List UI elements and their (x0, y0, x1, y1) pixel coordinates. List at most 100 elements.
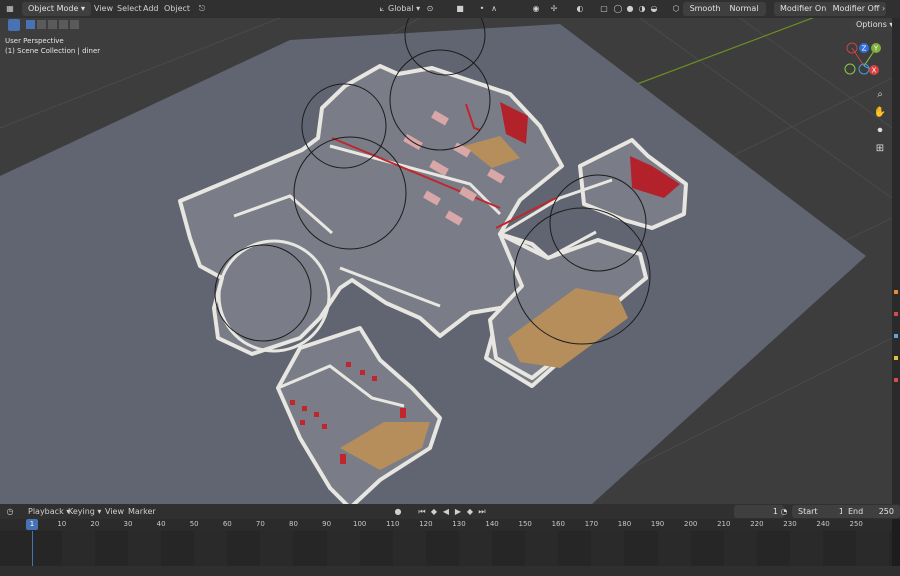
sidebar-tab-strip (892, 18, 900, 504)
timeline-editor-icon[interactable]: ◷ (4, 505, 16, 518)
camera-icon[interactable]: ⏺ (873, 122, 887, 140)
pan-hand-icon[interactable]: ✋ (873, 104, 887, 122)
timeline-tick-label: 230 (783, 520, 797, 528)
overlay-icon[interactable]: ◐ (574, 2, 586, 16)
timeline-column (127, 531, 162, 566)
timeline-column (326, 531, 360, 566)
shading-wire-icon[interactable]: ◯ (612, 2, 624, 16)
snap-target-icon[interactable]: • (476, 2, 488, 16)
timeline-tick-label: 30 (123, 520, 133, 528)
select-mode-subtract-icon[interactable] (48, 20, 57, 29)
shading-solid-icon[interactable]: ● (624, 2, 636, 16)
timeline-column (591, 531, 625, 566)
timeline-tick-label: 190 (650, 520, 665, 528)
modifier-on-button[interactable]: Modifier On (774, 2, 832, 16)
timeline-column (392, 531, 426, 566)
select-mode-invert-icon[interactable] (59, 20, 68, 29)
pivot-icon[interactable]: ⊙ (424, 2, 436, 16)
header-more-icon[interactable]: › (882, 2, 885, 16)
select-mode-new-icon[interactable] (26, 20, 35, 29)
tool-settings-bar: Options ▾ (0, 18, 900, 32)
timeline-column (856, 531, 890, 566)
timeline-column (789, 531, 824, 566)
gizmo-icon[interactable]: ⎋ (196, 2, 208, 16)
orientation-icon: ⟀ (379, 4, 385, 13)
next-keyframe-icon[interactable]: ◆ (464, 505, 476, 518)
visibility-icon[interactable]: ◉ (530, 2, 542, 16)
timeline-tick-label: 70 (255, 520, 265, 528)
shading-render-icon[interactable]: ◒ (648, 2, 660, 16)
current-frame-field[interactable]: 1 (734, 505, 784, 518)
jump-end-icon[interactable]: ⏭ (476, 505, 488, 518)
timeline-tick-label: 170 (584, 520, 599, 528)
grid-view-icon[interactable]: ⊞ (873, 140, 887, 158)
timeline-tick-label: 60 (222, 520, 232, 528)
viewport-header: ▦ Object Mode ▾ View Select Add Object ⎋… (0, 0, 900, 18)
timeline-column (458, 531, 493, 566)
timeline-tick-label: 110 (386, 520, 400, 528)
timeline-column (61, 531, 95, 566)
zoom-icon[interactable]: ⌕ (873, 86, 887, 104)
timeline-tick-label: 10 (57, 520, 67, 528)
timeline-tick-label: 150 (518, 520, 532, 528)
tab-icon-4[interactable] (894, 356, 898, 360)
proportional-edit-icon[interactable]: ∧ (488, 2, 500, 16)
prev-keyframe-icon[interactable]: ◆ (428, 505, 440, 518)
timeline-column (657, 531, 691, 566)
menu-playback[interactable]: Playback ▾ (28, 505, 70, 518)
menu-object[interactable]: Object (164, 2, 190, 16)
timeline-tick-label: 90 (322, 520, 332, 528)
3d-viewport[interactable]: User Perspective (1) Scene Collection | … (0, 18, 892, 504)
timeline-tick-label: 130 (452, 520, 466, 528)
timeline-column (525, 531, 559, 566)
timeline-body[interactable] (0, 531, 892, 566)
select-tool-icon[interactable] (8, 19, 20, 31)
timeline-tick-label: 40 (156, 520, 166, 528)
play-reverse-icon[interactable]: ◀ (440, 505, 452, 518)
menu-select[interactable]: Select (117, 2, 142, 16)
menu-marker[interactable]: Marker (128, 505, 156, 518)
timeline-header: ◷ Playback ▾ Keying ▾ View Marker ● ⏮ ◆ … (0, 504, 900, 519)
end-label: End (848, 507, 864, 516)
editor-type-icon[interactable]: ▦ (4, 2, 16, 16)
select-mode-intersect-icon[interactable] (70, 20, 79, 29)
play-icon[interactable]: ▶ (452, 505, 464, 518)
navigation-gizmo[interactable]: Z Y X (842, 40, 892, 86)
tab-icon-2[interactable] (894, 312, 898, 316)
record-icon[interactable]: ● (392, 505, 404, 518)
modifier-off-button[interactable]: Modifier Off (826, 2, 886, 16)
smooth-button[interactable]: Smooth (683, 2, 727, 16)
jump-start-icon[interactable]: ⏮ (416, 505, 428, 518)
collection-label: (1) Scene Collection | diner (5, 47, 101, 55)
gizmo-x-label: X (872, 67, 877, 75)
menu-add[interactable]: Add (143, 2, 159, 16)
normal-button[interactable]: Normal (722, 2, 766, 16)
tab-icon-3[interactable] (894, 334, 898, 338)
end-frame-field[interactable]: End 250 (842, 505, 900, 518)
start-label: Start (798, 507, 818, 516)
timeline-tick-label: 160 (551, 520, 565, 528)
timeline-tick-label: 140 (485, 520, 499, 528)
timeline-ruler[interactable]: 1 10 20 30 40 50 60 70 80 90 100 110 120 130 140 150 160… (0, 519, 892, 531)
nav-buttons: ⌕ ✋ ⏺ ⊞ (873, 86, 887, 158)
gizmo-toggle-icon[interactable]: ✢ (548, 2, 560, 16)
orientation-dropdown[interactable]: Global ▾ (388, 2, 420, 16)
select-mode-extend-icon[interactable] (37, 20, 46, 29)
snap-icon[interactable]: ■ (454, 2, 466, 16)
timeline-tick-label: 210 (717, 520, 731, 528)
cube-icon: ⬡ (672, 4, 680, 13)
shading-material-icon[interactable]: ◑ (636, 2, 648, 16)
playback-label: Playback (28, 507, 64, 516)
menu-view[interactable]: View (94, 2, 113, 16)
xray-icon[interactable]: ▢ (598, 2, 610, 16)
clock-icon: ◔ (780, 507, 788, 516)
timeline-tick-label: 100 (353, 520, 367, 528)
timeline-tick-label: 20 (90, 520, 100, 528)
tab-icon-5[interactable] (894, 378, 898, 382)
menu-timeline-view[interactable]: View (105, 505, 124, 518)
keying-label: Keying (68, 507, 95, 516)
menu-keying[interactable]: Keying ▾ (68, 505, 101, 518)
timeline-tick-label: 240 (816, 520, 830, 528)
mode-dropdown[interactable]: Object Mode ▾ (22, 2, 91, 16)
tab-icon-1[interactable] (894, 290, 898, 294)
